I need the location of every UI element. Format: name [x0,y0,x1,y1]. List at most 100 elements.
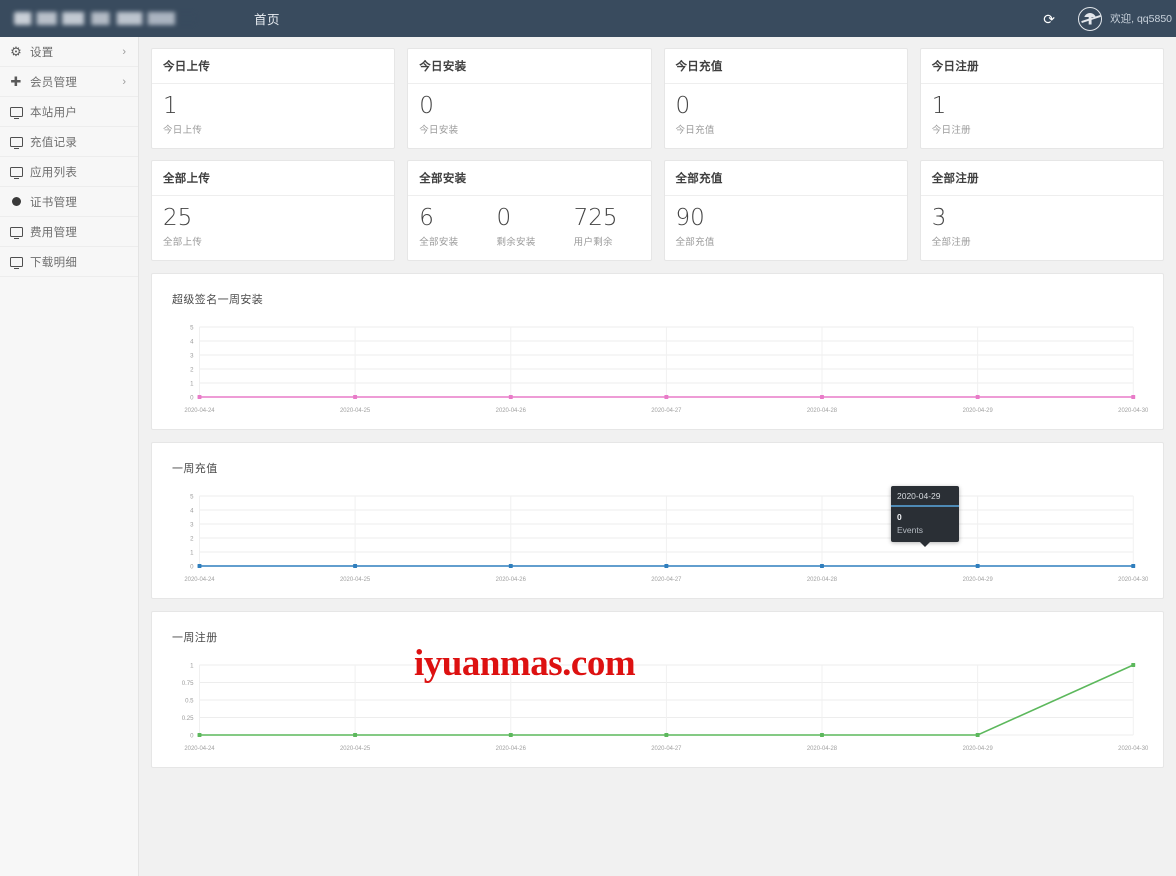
stat-card-body: 25 全部上传 [152,196,394,260]
chart-panel: 超级签名一周安装 0 1 2 3 4 5 2020-04-24 2020-04-25 2020-0… [151,273,1164,431]
svg-text:2020-04-28: 2020-04-28 [807,408,838,414]
stat-card-title: 今日注册 [920,49,1163,84]
monitor-icon [9,256,23,270]
stat-card-body: 0 今日充值 [665,84,907,148]
stat-cards-row-total: 全部上传 25 全部上传 全部安装 6 全部安装 0 剩余安装 725 用户剩余 全部充值 90 全部充… [139,160,1176,262]
sidebar-item-2[interactable]: 本站用户 [0,97,138,127]
svg-text:5: 5 [190,325,194,332]
user-avatar-icon[interactable] [1078,6,1103,31]
sidebar-item-label: 费用管理 [30,226,78,239]
stat-value: 3 [931,205,947,232]
svg-text:2020-04-30: 2020-04-30 [1118,577,1149,583]
svg-text:2020-04-27: 2020-04-27 [651,577,681,583]
svg-text:0: 0 [190,564,194,571]
nav-item-home[interactable]: 首页 [240,0,294,39]
svg-text:0: 0 [190,395,194,402]
refresh-icon[interactable]: ⟳ [1034,12,1064,26]
chart-panel: 一周充值 0 1 2 3 4 5 2020-04-24 2020-04-25 2020-04-26… [151,442,1164,600]
stat-value: 725 [573,205,618,232]
sidebar-item-5[interactable]: 证书管理 [0,187,138,217]
svg-text:4: 4 [190,339,194,346]
svg-text:0: 0 [190,733,194,740]
stat-metric: 0 剩余安装 [496,206,535,248]
sidebar-item-icon [6,166,26,180]
chart-svg: 0123452020-04-24 2020-04-25 2020-04-26 2020… [184,494,1149,583]
svg-text:3: 3 [190,353,194,360]
stat-card: 全部注册 3 全部注册 [919,160,1164,262]
sidebar-item-6[interactable]: 费用管理 [0,217,138,247]
tooltip-series-label: Events [897,525,923,536]
chart-x-axis-ticks: 2020-04-24 2020-04-25 2020-04-26 2020-04-27… [184,577,1149,583]
svg-text:2: 2 [190,536,194,543]
svg-text:2020-04-25: 2020-04-25 [340,577,371,583]
stat-value: 1 [931,93,947,119]
stat-card-body: 1 今日上传 [152,84,394,148]
stat-card-title: 今日安装 [408,49,651,84]
sidebar-item-label: 下载明细 [30,256,78,269]
svg-text:0.25: 0.25 [182,715,194,722]
sidebar-item-7[interactable]: 下载明细 [0,247,138,277]
stat-metric: 3 全部注册 [932,206,971,248]
stat-card-title: 全部充值 [664,161,907,197]
chart-gridlines [199,664,1134,736]
stat-value: 90 [675,205,705,232]
stat-metric: 1 今日上传 [163,94,202,136]
chart-title: 一周充值 [172,463,218,476]
svg-text:2020-04-25: 2020-04-25 [340,408,371,414]
tooltip-body: 0 Events [891,507,959,542]
header-right-group: ⟳ 欢迎, qq5850 [1034,0,1176,37]
stat-label: 全部安装 [419,237,459,249]
svg-text:2020-04-29: 2020-04-29 [963,408,994,414]
sidebar-item-icon [6,106,26,120]
chart-gridlines [199,326,1134,398]
stat-metric: 1 今日注册 [932,94,971,136]
chart-y-axis-ticks: 0 1 2 3 4 5 [190,325,194,402]
chart-svg: 00.250.50.7512020-04-24 2020-04-25 2020-04… [182,663,1149,752]
sidebar-item-icon [6,136,26,150]
svg-text:2020-04-29: 2020-04-29 [963,746,994,752]
brand-logo[interactable] [0,0,218,37]
svg-text:0.5: 0.5 [185,698,194,705]
chart-gridlines [199,495,1134,567]
main-content: 今日上传 1 今日上传 今日安装 0 今日安装 今日充值 0 今日充值 今日注册 1 今日注册 全部上… [139,37,1176,876]
chevron-right-icon: › [122,75,126,88]
sidebar-item-label: 本站用户 [30,106,78,119]
stat-metric: 725 用户剩余 [574,206,618,248]
tooltip-date: 2020-04-29 [891,486,959,508]
stat-card: 全部安装 6 全部安装 0 剩余安装 725 用户剩余 [407,160,652,262]
svg-text:2020-04-30: 2020-04-30 [1118,746,1149,752]
stat-label: 全部注册 [931,237,971,249]
sidebar-item-label: 充值记录 [30,136,78,149]
stat-card-body: 0 今日安装 [408,84,650,148]
stat-card-body: 1 今日注册 [921,84,1163,148]
stat-card-title: 全部上传 [152,161,395,197]
svg-text:2020-04-24: 2020-04-24 [184,577,215,583]
stat-metric: 25 全部上传 [163,206,202,248]
stat-value: 25 [163,205,193,232]
svg-text:2020-04-24: 2020-04-24 [184,746,215,752]
tooltip-arrow-icon [920,542,930,548]
svg-text:2020-04-25: 2020-04-25 [340,746,371,752]
stat-card: 今日上传 1 今日上传 [151,48,396,150]
sidebar-item-0[interactable]: ⚙ 设置 › [0,37,138,67]
stat-label: 用户剩余 [573,237,613,249]
sidebar-item-3[interactable]: 充值记录 [0,127,138,157]
stat-card: 全部上传 25 全部上传 [151,160,396,262]
stat-card-title: 全部注册 [920,161,1163,197]
stat-card-title: 今日上传 [152,49,395,84]
stat-label: 今日安装 [419,125,459,137]
svg-text:2020-04-28: 2020-04-28 [807,746,838,752]
stat-card: 今日注册 1 今日注册 [919,48,1164,150]
sidebar-item-label: 应用列表 [30,166,78,179]
sidebar-item-4[interactable]: 应用列表 [0,157,138,187]
svg-text:2020-04-27: 2020-04-27 [651,746,681,752]
chart-plot-area[interactable]: 0 1 2 3 4 5 2020-04-24 2020-04-25 2020-04-26 2020… [164,486,1151,588]
stat-card-body: 3 全部注册 [921,196,1163,260]
chart-plot-area[interactable]: 0 0.25 0.5 0.75 1 2020-04-24 2020-04-25 2020-04… [164,659,1151,757]
svg-text:2020-04-26: 2020-04-26 [496,746,527,752]
monitor-icon [9,106,23,120]
sidebar-item-1[interactable]: ✚ 会员管理 › [0,67,138,97]
stat-label: 剩余安装 [496,237,536,249]
stat-label: 今日注册 [931,125,971,137]
chart-plot-area[interactable]: 0 1 2 3 4 5 2020-04-24 2020-04-25 2020-04-26 2020… [164,321,1151,419]
